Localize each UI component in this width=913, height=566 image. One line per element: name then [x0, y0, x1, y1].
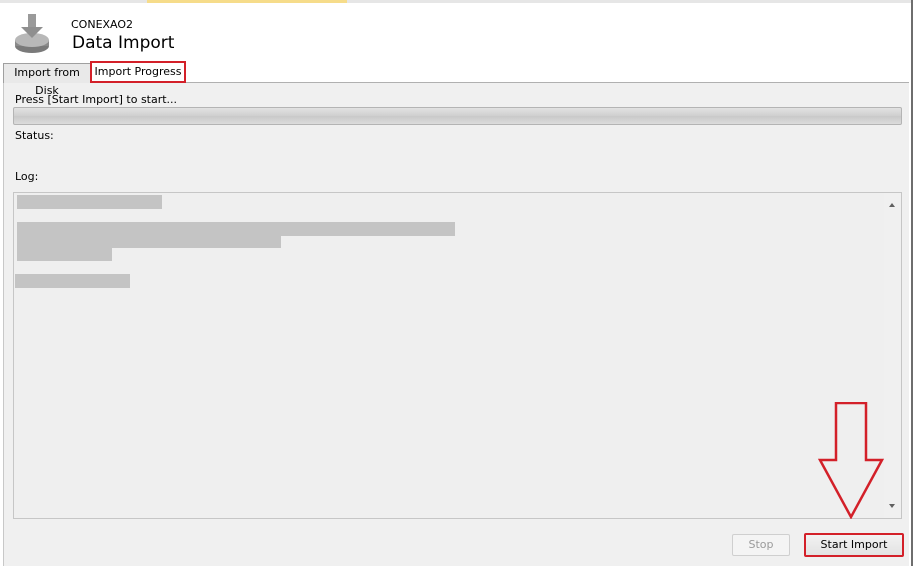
start-import-button[interactable]: Start Import [804, 533, 904, 557]
stop-button[interactable]: Stop [732, 534, 790, 556]
top-accent [147, 0, 347, 3]
start-hint: Press [Start Import] to start... [15, 93, 178, 106]
log-label: Log: [15, 170, 39, 183]
tab-import-from-disk[interactable]: Import from Disk [3, 63, 91, 97]
data-import-icon [15, 14, 49, 53]
connection-name: CONEXAO2 [71, 18, 134, 31]
status-label: Status: [15, 129, 54, 142]
log-textarea[interactable] [13, 192, 902, 519]
log-scrollbar[interactable] [884, 193, 901, 518]
annotation-down-arrow-icon [817, 402, 885, 519]
redacted-log-line [17, 222, 455, 236]
redacted-log-line [17, 236, 281, 248]
window-top-strip [0, 0, 913, 3]
import-progress-bar [13, 107, 902, 125]
redacted-log-line [17, 248, 112, 261]
scroll-down-arrow-icon[interactable] [889, 504, 895, 508]
scroll-up-arrow-icon[interactable] [889, 203, 895, 207]
tab-import-progress[interactable]: Import Progress [90, 61, 186, 83]
redacted-log-line [15, 274, 130, 288]
redacted-log-line [17, 195, 162, 209]
page-title: Data Import [72, 33, 175, 53]
